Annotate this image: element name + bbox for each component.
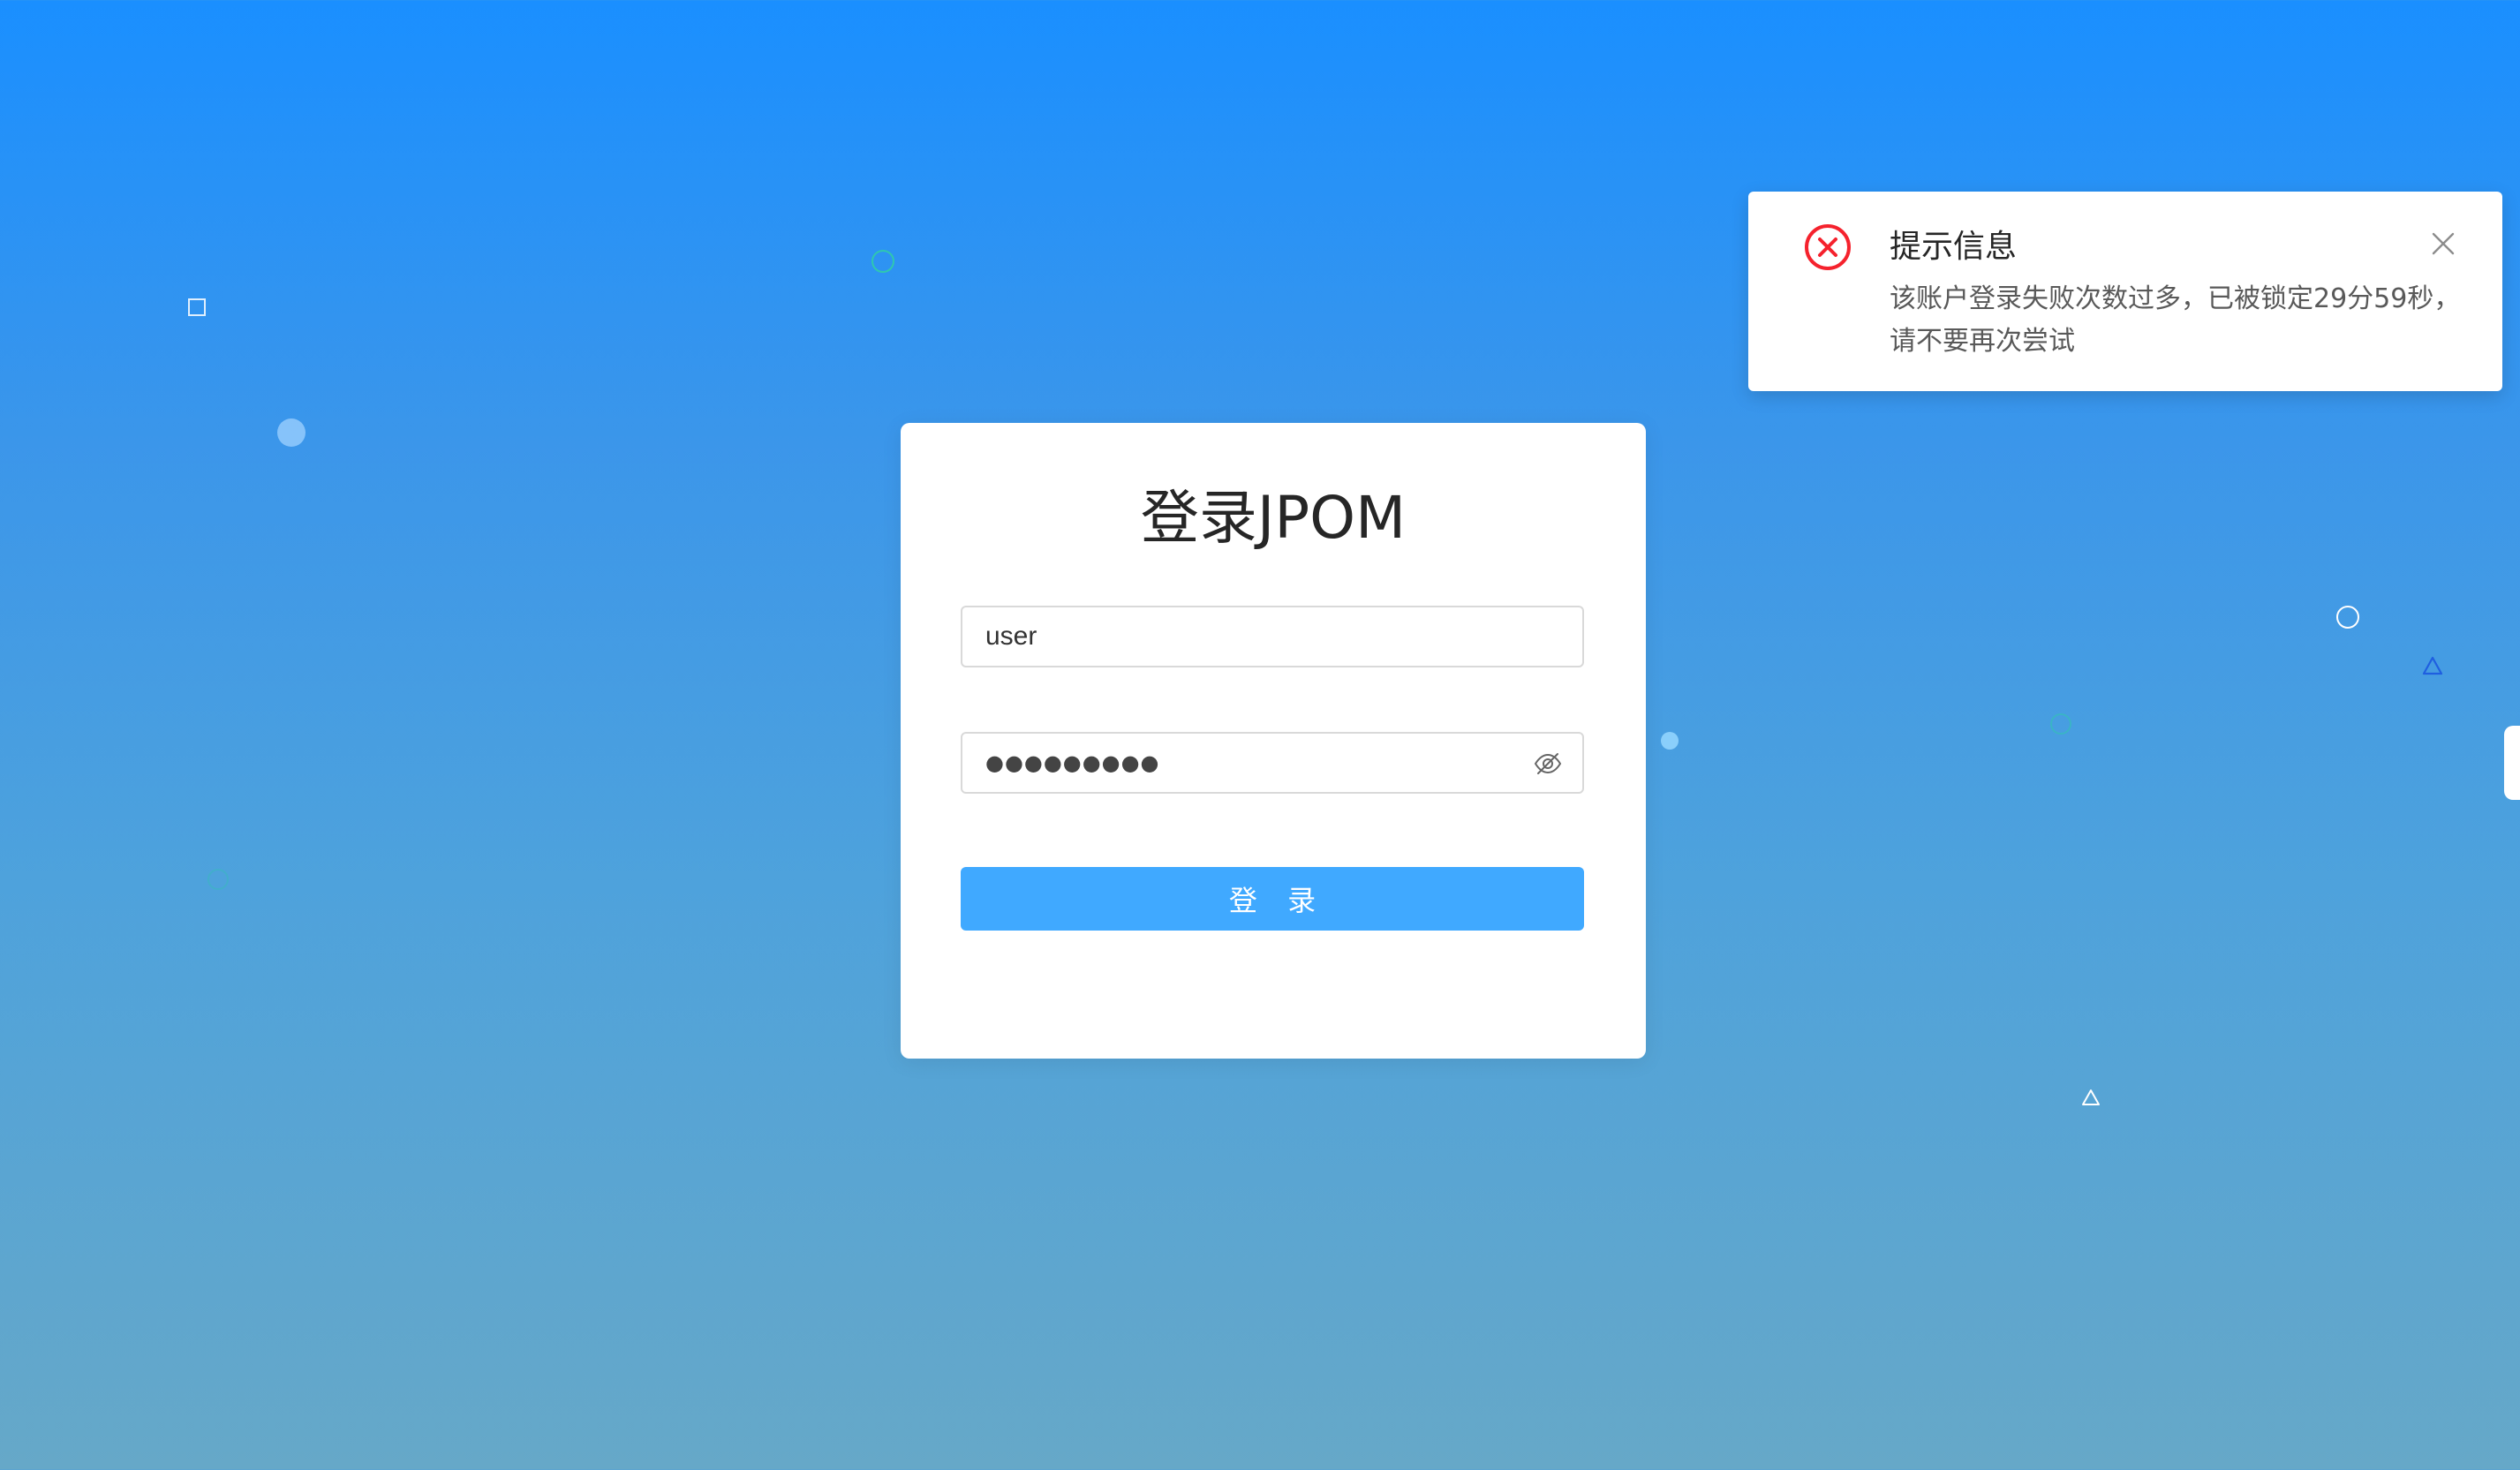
password-input[interactable]: ●●●●●●●●● [985, 734, 1159, 792]
particle-ring [207, 869, 229, 890]
particle-circle [277, 418, 306, 447]
particle-triangle [2422, 656, 2443, 675]
particle-ring [2336, 606, 2359, 629]
password-field[interactable]: ●●●●●●●●● [961, 732, 1584, 794]
particle-ring [871, 250, 894, 273]
notification: 提示信息 该账户登录失败次数过多，已被锁定29分59秒，请不要再次尝试 [1748, 192, 2502, 391]
side-drawer-handle[interactable] [2504, 726, 2520, 800]
login-card: 登录JPOM ●●●●●●●●● 登 录 [901, 423, 1646, 1059]
particle-ring [2050, 713, 2071, 735]
particle-dot [1661, 732, 1679, 750]
username-input[interactable] [962, 607, 1582, 666]
eye-invisible-icon[interactable] [1533, 749, 1563, 779]
username-field[interactable] [961, 606, 1584, 667]
login-button[interactable]: 登 录 [961, 867, 1584, 931]
close-icon[interactable] [2430, 230, 2456, 257]
close-circle-icon [1805, 224, 1851, 270]
particle-square [188, 298, 206, 316]
notification-message: 该账户登录失败次数过多，已被锁定29分59秒，请不要再次尝试 [1890, 283, 2461, 357]
login-title: 登录JPOM [1140, 484, 1407, 552]
particle-triangle [2082, 1089, 2100, 1105]
notification-title: 提示信息 [1890, 229, 2018, 265]
